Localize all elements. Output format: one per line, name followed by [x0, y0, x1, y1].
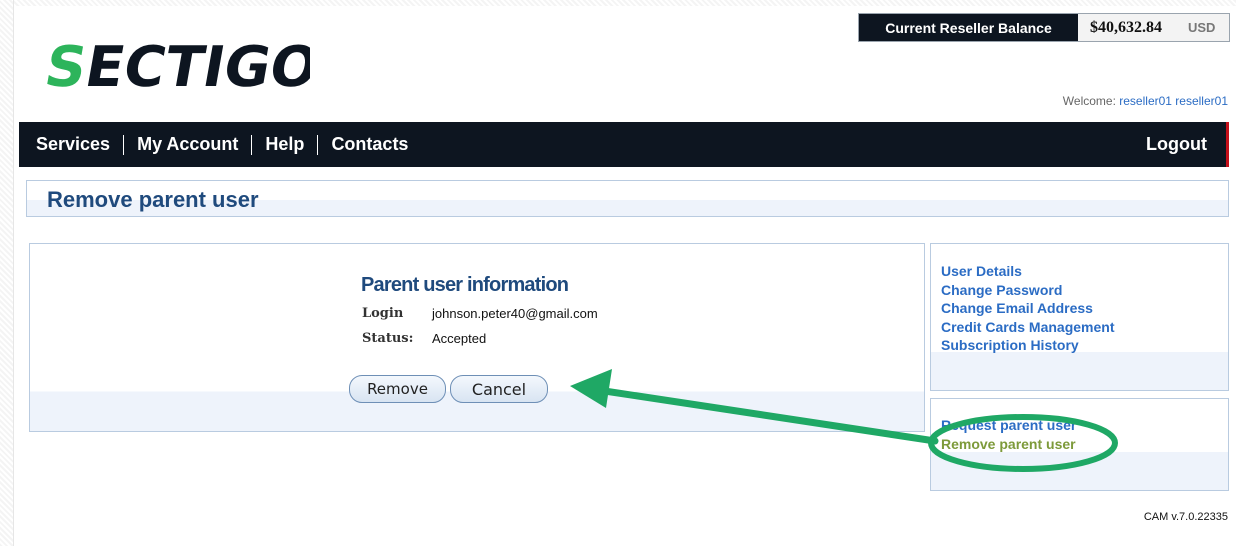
sidebar-item-change-password[interactable]: Change Password: [941, 281, 1114, 300]
sidebar-item-user-details[interactable]: User Details: [941, 262, 1114, 281]
welcome-prefix: Welcome:: [1062, 94, 1116, 108]
nav-services[interactable]: Services: [36, 134, 110, 155]
navbar-accent-edge: [1226, 122, 1229, 167]
remove-button[interactable]: Remove: [349, 375, 446, 403]
welcome-message: Welcome: reseller01 reseller01: [1063, 94, 1228, 108]
welcome-user-link[interactable]: reseller01 reseller01: [1119, 94, 1228, 108]
sidebar-item-change-email[interactable]: Change Email Address: [941, 299, 1114, 318]
version-label: CAM v.7.0.22335: [1143, 511, 1228, 523]
cancel-button[interactable]: Cancel: [450, 375, 548, 403]
account-links-panel: User Details Change Password Change Emai…: [930, 243, 1229, 391]
page-edge-left: [0, 0, 14, 546]
panel-shade: [931, 452, 1228, 490]
sidebar-item-credit-cards[interactable]: Credit Cards Management: [941, 318, 1114, 337]
sidebar-item-subscription-history[interactable]: Subscription History: [941, 336, 1114, 355]
sectigo-logo: SECTIGO: [40, 32, 310, 94]
parent-user-panel: Parent user information Login johnson.pe…: [29, 243, 925, 432]
page-edge-top: [0, 0, 1236, 6]
logo-wordmark: SECTIGO: [40, 35, 310, 94]
nav-divider: [317, 134, 319, 155]
sectigo-logo-icon: SECTIGO: [40, 35, 310, 94]
nav-divider: [251, 134, 253, 155]
section-title: Parent user information: [361, 274, 569, 296]
panel-shade: [931, 352, 1228, 390]
login-label: Login: [362, 306, 404, 321]
status-row: Status: Accepted: [362, 331, 486, 346]
main-navigation: Services My Account Help Contacts Logout: [19, 122, 1229, 167]
sidebar-item-remove-parent[interactable]: Remove parent user: [941, 435, 1076, 454]
nav-my-account[interactable]: My Account: [137, 134, 238, 155]
nav-help[interactable]: Help: [265, 134, 304, 155]
login-row: Login johnson.peter40@gmail.com: [362, 306, 598, 321]
sidebar-item-request-parent[interactable]: Request parent user: [941, 416, 1076, 435]
balance-currency: USD: [1188, 20, 1216, 35]
reseller-balance: Current Reseller Balance $40,632.84 USD: [858, 13, 1230, 42]
logout-button[interactable]: Logout: [1146, 122, 1207, 167]
nav-divider: [123, 134, 125, 155]
status-label: Status:: [362, 331, 414, 346]
parent-links-panel: Request parent user Remove parent user: [930, 398, 1229, 491]
page-title: Remove parent user: [47, 187, 259, 212]
status-value: Accepted: [432, 331, 487, 346]
page-title-bar: Remove parent user: [26, 180, 1229, 217]
balance-label: Current Reseller Balance: [859, 14, 1078, 41]
login-value: johnson.peter40@gmail.com: [432, 306, 598, 321]
nav-contacts[interactable]: Contacts: [331, 134, 408, 155]
balance-amount: $40,632.84: [1090, 18, 1162, 36]
